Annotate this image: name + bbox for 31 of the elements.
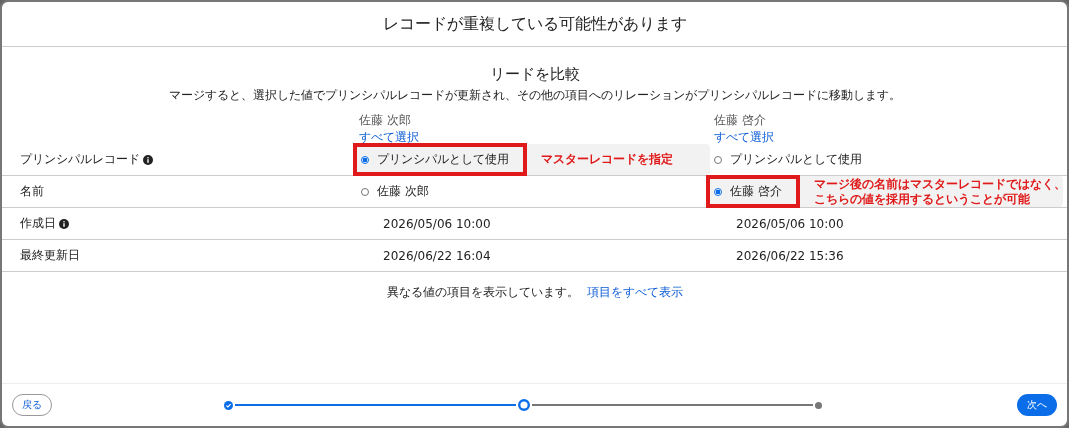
info-icon [143,154,153,165]
filter-note: 異なる値の項目を表示しています。 [386,284,579,301]
field-value: 2026/05/06 10:00 [382,216,491,231]
compare-heading: リードを比較 [489,65,580,84]
back-button[interactable]: 戻る [12,394,52,416]
show-all-link[interactable]: 項目をすべて表示 [586,284,683,301]
annotation-note: マージ後の名前はマスターレコードではなく、 [813,176,1066,192]
select-all-link[interactable]: すべて選択 [714,129,774,146]
info-icon [59,218,69,229]
select-all-link[interactable]: すべて選択 [359,129,419,146]
radio-option[interactable]: プリンシパルとして使用 [714,151,862,168]
step-done-icon[interactable] [224,400,233,410]
field-label: 名前 [20,183,44,200]
dialog-title: レコードが重複している可能性があります [382,13,687,35]
field-value: 2026/06/22 15:36 [735,248,844,263]
field-value: 2026/05/06 10:00 [735,216,844,231]
record-name: 佐藤 啓介 [714,112,766,129]
step-current-icon[interactable] [518,399,530,411]
radio-option[interactable]: 佐藤 啓介 [714,183,782,200]
annotation-note: こちらの値を採用するということが可能 [813,191,1031,207]
record-name: 佐藤 次郎 [359,112,411,129]
annotation-note: マスターレコードを指定 [541,152,673,167]
radio-option[interactable]: 佐藤 次郎 [361,183,429,200]
step-pending-icon[interactable] [815,401,822,409]
field-label: プリンシパルレコード [20,151,140,168]
field-label: 最終更新日 [20,247,80,264]
field-value: 2026/06/22 16:04 [382,248,491,263]
compare-description: マージすると、選択した値でプリンシパルレコードが更新され、その他の項目へのリレーションがプリンシパルレコードに移動します。 [168,87,901,104]
field-label: 作成日 [20,215,56,232]
next-button[interactable]: 次へ [1017,394,1057,416]
radio-option[interactable]: プリンシパルとして使用 [361,151,509,168]
